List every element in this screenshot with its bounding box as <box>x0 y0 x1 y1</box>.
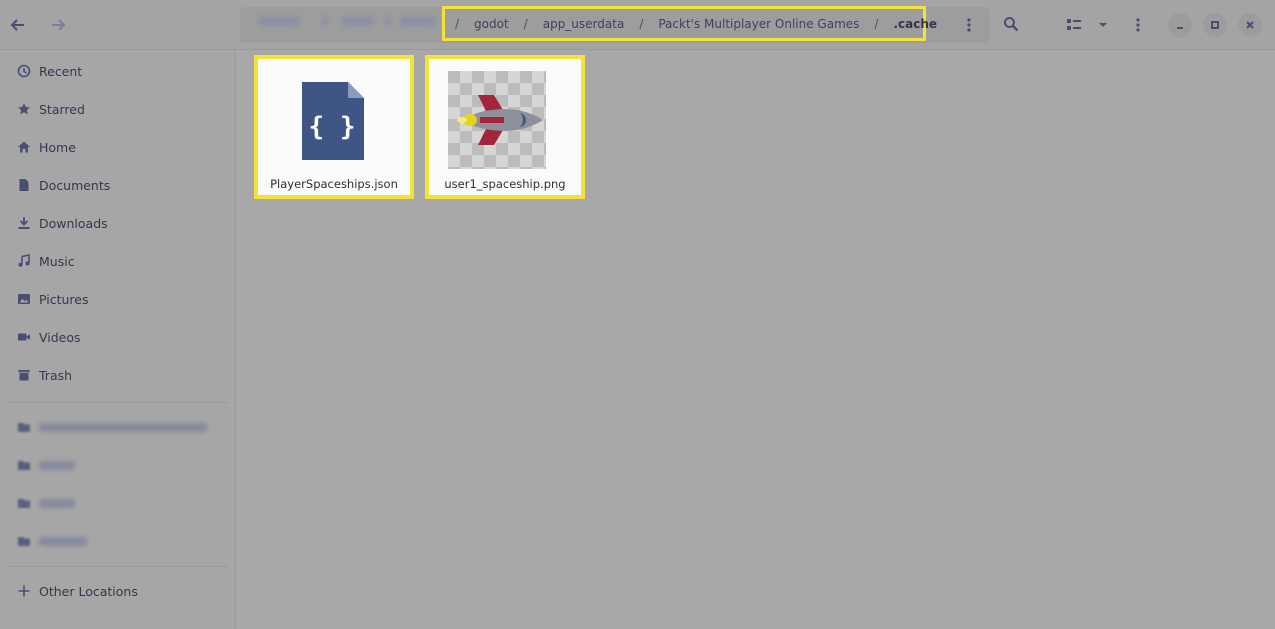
close-icon <box>1246 21 1254 29</box>
maximize-button[interactable] <box>1203 13 1227 37</box>
file-name: PlayerSpaceships.json <box>270 177 398 191</box>
path-separator: / <box>523 16 528 31</box>
close-button[interactable] <box>1238 13 1262 37</box>
sidebar-item-label: Trash <box>39 367 73 383</box>
back-button[interactable] <box>4 11 32 39</box>
redacted-label <box>39 460 75 470</box>
sidebar-bookmark-redacted[interactable] <box>0 484 236 522</box>
path-separator: / <box>639 16 644 31</box>
home-icon <box>14 137 34 157</box>
sidebar-bookmark-redacted[interactable] <box>0 408 236 446</box>
redacted-label <box>39 536 87 546</box>
trash-icon <box>14 365 34 385</box>
path-more-button[interactable] <box>955 11 983 39</box>
sidebar-item-starred[interactable]: Starred <box>0 90 236 128</box>
music-icon <box>14 251 34 271</box>
sidebar-item-other-locations[interactable]: Other Locations <box>0 572 236 610</box>
document-icon <box>14 175 34 195</box>
sidebar: Recent Starred Home Documents Downloads … <box>0 50 236 629</box>
arrow-right-icon <box>52 19 66 31</box>
crumb-godot[interactable]: godot <box>474 17 509 31</box>
sidebar-item-downloads[interactable]: Downloads <box>0 204 236 242</box>
folder-icon <box>14 455 34 475</box>
highlighted-path: / godot / app_userdata / Packt's Multipl… <box>442 6 937 41</box>
sidebar-item-music[interactable]: Music <box>0 242 236 280</box>
crumb-cache[interactable]: .cache <box>893 17 937 31</box>
star-icon <box>14 99 34 119</box>
view-options-button[interactable] <box>1089 11 1117 39</box>
file-item-json[interactable]: { } PlayerSpaceships.json <box>254 55 414 199</box>
view-list-icon <box>1067 19 1081 30</box>
plus-icon <box>14 581 34 601</box>
video-icon <box>14 327 34 347</box>
sidebar-divider <box>8 402 228 403</box>
sidebar-item-label: Music <box>39 253 75 269</box>
folder-icon <box>14 417 34 437</box>
path-separator: / <box>874 16 879 31</box>
menu-icon <box>1136 18 1140 32</box>
minimize-button[interactable] <box>1168 13 1192 37</box>
sidebar-item-home[interactable]: Home <box>0 128 236 166</box>
view-list-button[interactable] <box>1060 11 1088 39</box>
redacted-crumb[interactable] <box>342 16 374 26</box>
more-vertical-icon <box>967 18 971 32</box>
crumb-app-userdata[interactable]: app_userdata <box>543 17 625 31</box>
download-icon <box>14 213 34 233</box>
spaceship-thumbnail <box>448 71 546 169</box>
search-icon <box>1004 17 1019 32</box>
sidebar-bookmark-redacted[interactable] <box>0 446 236 484</box>
redacted-label <box>39 498 75 508</box>
sidebar-item-label: Documents <box>39 177 111 193</box>
forward-button[interactable] <box>44 11 72 39</box>
crumb-packt-games[interactable]: Packt's Multiplayer Online Games <box>658 17 859 31</box>
json-file-icon: { } <box>302 82 364 160</box>
picture-icon <box>14 289 34 309</box>
sidebar-item-label: Other Locations <box>39 583 138 599</box>
sidebar-item-label: Starred <box>39 101 85 117</box>
search-button[interactable] <box>997 10 1025 38</box>
redacted-crumb[interactable] <box>258 16 300 26</box>
path-separator: / <box>455 16 460 31</box>
redacted-separator <box>385 16 391 26</box>
redacted-separator <box>322 16 328 26</box>
sidebar-item-documents[interactable]: Documents <box>0 166 236 204</box>
clock-icon <box>14 61 34 81</box>
svg-text:{ }: { } <box>309 112 356 142</box>
sidebar-bookmark-redacted[interactable] <box>0 522 236 560</box>
sidebar-divider <box>8 566 228 567</box>
menu-button[interactable] <box>1124 11 1152 39</box>
sidebar-item-label: Pictures <box>39 291 89 307</box>
redacted-crumb[interactable] <box>400 16 436 26</box>
file-name: user1_spaceship.png <box>444 177 566 191</box>
sidebar-item-trash[interactable]: Trash <box>0 356 236 394</box>
folder-icon <box>14 531 34 551</box>
maximize-icon <box>1211 21 1219 29</box>
folder-icon <box>14 493 34 513</box>
redacted-label <box>39 422 207 432</box>
minimize-icon <box>1177 27 1183 29</box>
sidebar-item-label: Recent <box>39 63 83 79</box>
arrow-left-icon <box>10 19 24 31</box>
sidebar-item-recent[interactable]: Recent <box>0 52 236 90</box>
sidebar-item-label: Videos <box>39 329 81 345</box>
chevron-down-icon <box>1099 23 1107 27</box>
sidebar-item-label: Home <box>39 139 76 155</box>
sidebar-item-pictures[interactable]: Pictures <box>0 280 236 318</box>
file-item-png[interactable]: user1_spaceship.png <box>425 55 585 199</box>
sidebar-item-videos[interactable]: Videos <box>0 318 236 356</box>
sidebar-item-label: Downloads <box>39 215 108 231</box>
header-bar: / godot / app_userdata / Packt's Multipl… <box>0 0 1275 50</box>
